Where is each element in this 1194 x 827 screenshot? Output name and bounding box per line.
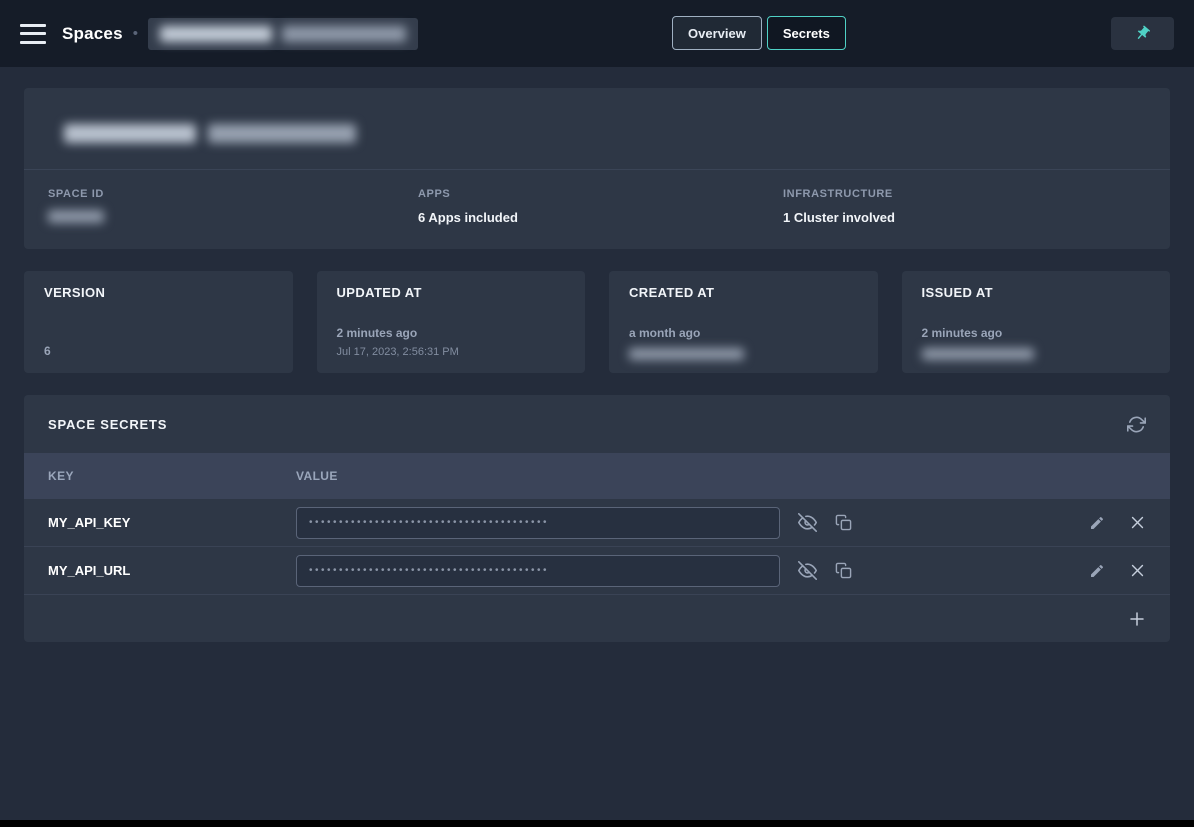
space-secrets-section: SPACE SECRETS KEY VALUE MY_API_KEY •••••… (24, 395, 1170, 642)
copy-icon (835, 562, 852, 579)
secrets-title: SPACE SECRETS (48, 417, 167, 432)
secret-row: MY_API_KEY •••••••••••••••••••••••••••••… (24, 499, 1170, 547)
eye-off-icon (798, 561, 817, 580)
stat-card-version: VERSION 6 (24, 271, 293, 373)
secret-value-input[interactable]: •••••••••••••••••••••••••••••••••••••••• (296, 507, 780, 539)
stat-label: ISSUED AT (922, 285, 1151, 300)
pencil-icon (1089, 515, 1105, 531)
stat-card-updated-at: UPDATED AT 2 minutes ago Jul 17, 2023, 2… (317, 271, 586, 373)
space-summary-card: SPACE ID APPS 6 Apps included INFRASTRUC… (24, 88, 1170, 249)
secrets-header: SPACE SECRETS (24, 395, 1170, 453)
column-header-value: VALUE (296, 469, 338, 483)
field-label: INFRASTRUCTURE (783, 188, 1146, 200)
main-content: SPACE ID APPS 6 Apps included INFRASTRUC… (0, 67, 1194, 663)
redacted-timestamp (922, 348, 1034, 360)
summary-fields: SPACE ID APPS 6 Apps included INFRASTRUC… (48, 188, 1146, 225)
close-icon (1129, 514, 1146, 531)
field-label: APPS (418, 188, 783, 200)
stat-value: 6 (44, 344, 273, 358)
redacted-text-block (208, 124, 356, 143)
redacted-space-title (64, 124, 1146, 143)
stat-value: 2 minutes ago (337, 326, 566, 340)
divider (24, 169, 1170, 170)
add-secret-button[interactable] (1128, 610, 1146, 628)
stat-value: a month ago (629, 326, 858, 340)
secret-value-input[interactable]: •••••••••••••••••••••••••••••••••••••••• (296, 555, 780, 587)
copy-button[interactable] (835, 514, 852, 531)
copy-icon (835, 514, 852, 531)
redacted-text-block (64, 124, 196, 143)
delete-secret-button[interactable] (1129, 514, 1146, 531)
tab-overview[interactable]: Overview (672, 16, 762, 50)
refresh-icon (1127, 415, 1146, 434)
field-label: SPACE ID (48, 188, 418, 200)
stat-label: VERSION (44, 285, 273, 300)
stat-card-issued-at: ISSUED AT 2 minutes ago (902, 271, 1171, 373)
close-icon (1129, 562, 1146, 579)
edit-secret-button[interactable] (1089, 515, 1105, 531)
eye-off-icon (798, 513, 817, 532)
secrets-table-header: KEY VALUE (24, 453, 1170, 499)
add-secret-row (24, 595, 1170, 642)
redacted-text-block (160, 26, 272, 42)
edit-secret-button[interactable] (1089, 563, 1105, 579)
redacted-space-name (148, 18, 418, 50)
pin-button[interactable] (1111, 17, 1174, 50)
bottom-bar (0, 820, 1194, 827)
field-value: 1 Cluster involved (783, 210, 1146, 225)
redacted-space-id-value (48, 210, 104, 223)
top-bar: Spaces • Overview Secrets (0, 0, 1194, 67)
field-apps: APPS 6 Apps included (418, 188, 783, 225)
view-tabs: Overview Secrets (672, 16, 846, 50)
pencil-icon (1089, 563, 1105, 579)
copy-button[interactable] (835, 562, 852, 579)
refresh-button[interactable] (1127, 415, 1146, 434)
secret-row: MY_API_URL •••••••••••••••••••••••••••••… (24, 547, 1170, 595)
secret-key: MY_API_KEY (48, 515, 296, 530)
field-infrastructure: INFRASTRUCTURE 1 Cluster involved (783, 188, 1146, 225)
column-header-key: KEY (24, 469, 296, 483)
secret-key: MY_API_URL (48, 563, 296, 578)
pin-icon (1131, 22, 1155, 46)
plus-icon (1128, 610, 1146, 628)
field-value: 6 Apps included (418, 210, 783, 225)
separator-dot-icon: • (133, 25, 138, 42)
toggle-visibility-button[interactable] (798, 561, 817, 580)
redacted-timestamp (629, 348, 744, 360)
redacted-text-block (282, 26, 406, 42)
stat-label: UPDATED AT (337, 285, 566, 300)
stat-value: 2 minutes ago (922, 326, 1151, 340)
field-space-id: SPACE ID (48, 188, 418, 225)
stat-card-created-at: CREATED AT a month ago (609, 271, 878, 373)
toggle-visibility-button[interactable] (798, 513, 817, 532)
delete-secret-button[interactable] (1129, 562, 1146, 579)
stat-timestamp: Jul 17, 2023, 2:56:31 PM (337, 346, 566, 358)
hamburger-menu-icon[interactable] (20, 24, 46, 44)
tab-secrets[interactable]: Secrets (767, 16, 846, 50)
stat-label: CREATED AT (629, 285, 858, 300)
stat-cards-row: VERSION 6 UPDATED AT 2 minutes ago Jul 1… (24, 271, 1170, 373)
page-title: Spaces (62, 24, 123, 44)
